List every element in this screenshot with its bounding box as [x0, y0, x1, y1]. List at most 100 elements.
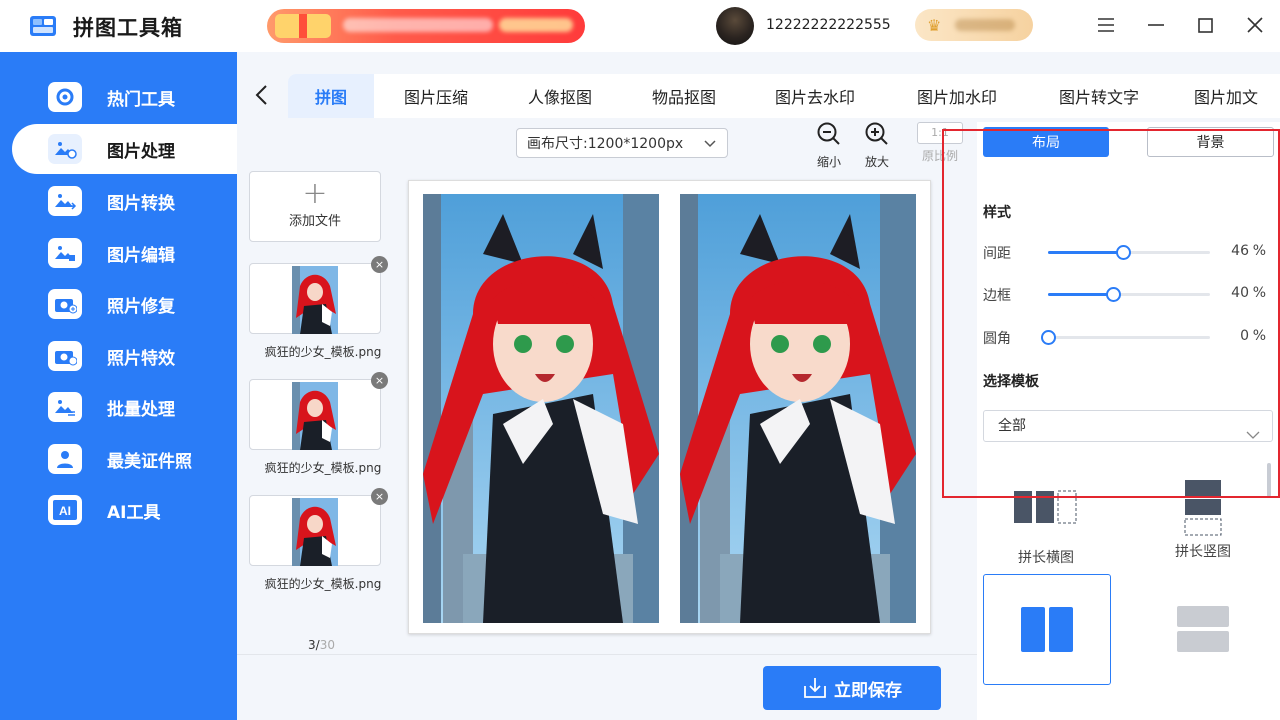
- slider-track[interactable]: [1041, 330, 1210, 345]
- file-name: 疯狂的少女_模板.png: [264, 577, 382, 591]
- slider-knob[interactable]: [1105, 287, 1121, 302]
- sidebar-item-label: 图片编辑: [107, 245, 175, 266]
- original-ratio-button[interactable]: 1:1 原比例: [916, 122, 964, 168]
- slider-unit: %: [1252, 328, 1266, 344]
- style-title: 样式: [983, 205, 1011, 221]
- sidebar-item-batch[interactable]: 批量处理: [12, 382, 237, 432]
- tab-collage[interactable]: 拼图: [288, 74, 374, 118]
- template-two-columns[interactable]: [983, 574, 1111, 685]
- sidebar-item-image-convert[interactable]: 图片转换: [12, 176, 237, 226]
- tab-add-watermark[interactable]: 图片加水印: [900, 74, 1014, 118]
- thumbnail-image: [292, 382, 338, 450]
- minimize-icon[interactable]: [1143, 12, 1169, 38]
- tab-object-cutout[interactable]: 物品抠图: [632, 74, 736, 118]
- long-horizontal-icon: [1014, 490, 1077, 524]
- save-button[interactable]: 立即保存: [763, 666, 941, 710]
- slider-label: 圆角: [983, 331, 1011, 347]
- sidebar-item-image-processing[interactable]: 图片处理: [12, 124, 237, 174]
- tab-background[interactable]: 背景: [1147, 127, 1274, 157]
- vip-text-blurred: [955, 19, 1015, 31]
- sidebar-item-photo-effects[interactable]: 照片特效: [12, 331, 237, 381]
- slider-fill: [1048, 293, 1113, 296]
- title-bar: 拼图工具箱 12222222222555 ♛: [0, 0, 1280, 52]
- sidebar-item-ai-tools[interactable]: AI AI工具: [12, 485, 237, 535]
- tab-portrait-cutout[interactable]: 人像抠图: [508, 74, 612, 118]
- sidebar-item-photo-repair[interactable]: 照片修复: [12, 279, 237, 329]
- sidebar-item-label: 热门工具: [107, 89, 175, 110]
- save-label: 立即保存: [834, 680, 902, 701]
- zoom-out-label: 缩小: [816, 155, 841, 169]
- panel-scrollbar[interactable]: [1267, 463, 1271, 497]
- sidebar-item-image-edit[interactable]: 图片编辑: [12, 228, 237, 278]
- template-filter-select[interactable]: 全部: [983, 410, 1273, 442]
- file-thumbnail[interactable]: ×: [249, 256, 388, 334]
- remove-file-icon[interactable]: ×: [371, 488, 388, 505]
- plus-icon: +: [302, 176, 328, 211]
- slider-track[interactable]: [1048, 287, 1210, 302]
- template-long-vertical[interactable]: 拼长竖图: [1157, 479, 1249, 561]
- app-logo-icon: [28, 12, 58, 40]
- image-convert-icon: [48, 186, 82, 216]
- zoom-out-icon: [817, 122, 840, 145]
- file-thumbnail[interactable]: ×: [249, 488, 388, 566]
- back-arrow-icon[interactable]: [252, 83, 272, 107]
- border-slider[interactable]: 边框 40 %: [983, 284, 1273, 304]
- sidebar-item-id-photo[interactable]: 最美证件照: [12, 434, 237, 484]
- tab-compress[interactable]: 图片压缩: [384, 74, 488, 118]
- canvas-size-select[interactable]: 画布尺寸:1200*1200px: [516, 128, 728, 158]
- slider-fill: [1048, 251, 1123, 254]
- template-two-rows[interactable]: [1147, 574, 1275, 685]
- file-thumbnail[interactable]: ×: [249, 372, 388, 450]
- maximize-icon[interactable]: [1192, 12, 1218, 38]
- original-ratio-label: 原比例: [921, 149, 958, 163]
- image-edit-icon: [48, 238, 82, 268]
- file-name: 疯狂的少女_模板.png: [264, 345, 382, 359]
- zoom-in-button[interactable]: 放大: [857, 121, 897, 169]
- collage-image-right[interactable]: [680, 194, 916, 623]
- add-file-label: 添加文件: [288, 214, 341, 229]
- sidebar-item-label: 图片处理: [107, 141, 175, 162]
- zoom-out-button[interactable]: 缩小: [809, 121, 849, 169]
- tab-add-text[interactable]: 图片加文: [1184, 74, 1280, 118]
- slider-knob[interactable]: [1115, 245, 1131, 260]
- corner-radius-slider[interactable]: 圆角 0 %: [983, 327, 1273, 347]
- remove-file-icon[interactable]: ×: [371, 256, 388, 273]
- sidebar-item-label: 照片修复: [107, 296, 175, 317]
- vip-badge[interactable]: ♛: [915, 9, 1033, 41]
- menu-icon[interactable]: [1093, 12, 1119, 38]
- sidebar-item-label: 图片转换: [107, 193, 175, 214]
- template-filter-value: 全部: [998, 418, 1026, 434]
- chevron-down-icon: [1246, 421, 1260, 451]
- sidebar-item-label: 照片特效: [107, 348, 175, 369]
- tab-image-to-text[interactable]: 图片转文字: [1042, 74, 1156, 118]
- ratio-box: 1:1: [917, 122, 963, 144]
- promo-price-blurred: [499, 18, 573, 32]
- promo-banner[interactable]: [267, 9, 585, 43]
- sidebar-item-label: AI工具: [107, 502, 161, 523]
- close-icon[interactable]: [1242, 12, 1268, 38]
- tab-remove-watermark[interactable]: 图片去水印: [758, 74, 872, 118]
- thumbnail-image: [292, 266, 338, 334]
- zoom-in-icon: [865, 122, 888, 145]
- spacing-slider[interactable]: 间距 46 %: [983, 242, 1273, 262]
- template-label: 拼长横图: [1018, 550, 1074, 566]
- divider: [237, 654, 977, 655]
- collage-image-left[interactable]: [423, 194, 659, 623]
- slider-label: 边框: [983, 288, 1011, 304]
- template-long-horizontal[interactable]: 拼长横图: [1000, 489, 1092, 567]
- remove-file-icon[interactable]: ×: [371, 372, 388, 389]
- user-avatar[interactable]: [716, 7, 754, 45]
- gift-icon: [275, 14, 331, 38]
- slider-track[interactable]: [1048, 245, 1210, 260]
- zoom-in-label: 放大: [864, 155, 889, 169]
- tab-layout[interactable]: 布局: [983, 127, 1109, 157]
- two-rows-icon: [1177, 606, 1229, 652]
- slider-knob[interactable]: [1041, 330, 1056, 345]
- long-vertical-icon: [1184, 480, 1222, 536]
- add-file-button[interactable]: + 添加文件: [249, 171, 381, 242]
- slider-value: 0: [1240, 328, 1249, 344]
- collage-canvas[interactable]: [408, 180, 931, 634]
- template-label: 拼长竖图: [1175, 544, 1231, 560]
- sidebar-item-hot-tools[interactable]: 热门工具: [12, 72, 237, 122]
- chevron-down-icon: [703, 136, 717, 154]
